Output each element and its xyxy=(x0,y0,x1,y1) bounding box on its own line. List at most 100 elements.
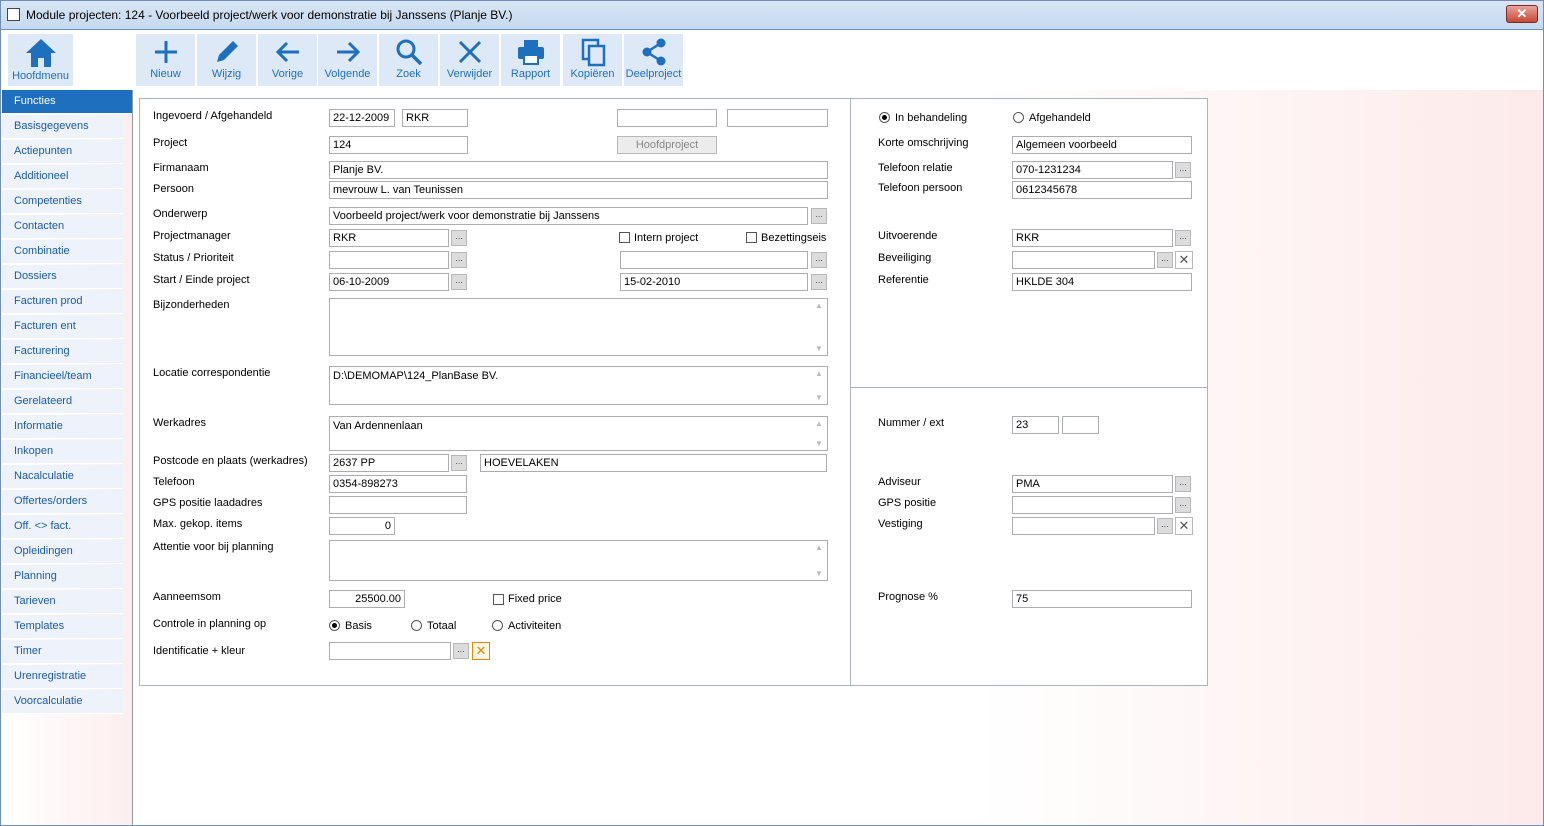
search-button[interactable]: Zoek xyxy=(379,34,438,86)
ingevoerd-date-field[interactable]: 22-12-2009 xyxy=(329,109,395,127)
sidebar-item-additioneel[interactable]: Additioneel xyxy=(2,165,123,189)
scroll-down-icon[interactable]: ▼ xyxy=(811,344,827,353)
identificatie-field[interactable] xyxy=(329,642,451,660)
beveiliging-lookup-button[interactable]: ... xyxy=(1157,252,1173,268)
sidebar-item-actiepunten[interactable]: Actiepunten xyxy=(2,140,123,164)
identificatie-lookup-button[interactable]: ... xyxy=(453,643,469,659)
scroll-down-icon[interactable]: ▼ xyxy=(811,569,827,578)
status-field[interactable] xyxy=(329,251,449,269)
postcode-lookup-button[interactable]: ... xyxy=(451,455,467,471)
sidebar-item-tarieven[interactable]: Tarieven xyxy=(2,590,123,614)
sidebar-item-opleidingen[interactable]: Opleidingen xyxy=(2,540,123,564)
gps-positie-field[interactable] xyxy=(1012,496,1173,514)
home-button[interactable]: Hoofdmenu xyxy=(8,34,73,86)
sidebar-item-facturen-ent[interactable]: Facturen ent xyxy=(2,315,123,339)
sidebar-item-timer[interactable]: Timer xyxy=(2,640,123,664)
start-date-field[interactable]: 06-10-2009 xyxy=(329,273,449,291)
afgehandeld-user-field[interactable] xyxy=(727,109,828,127)
sidebar-item-dossiers[interactable]: Dossiers xyxy=(2,265,123,289)
sidebar-item-planning[interactable]: Planning xyxy=(2,565,123,589)
projectmanager-lookup-button[interactable]: ... xyxy=(451,230,467,246)
sidebar-item-functies[interactable]: Functies xyxy=(2,90,132,114)
prognose-field[interactable]: 75 xyxy=(1012,590,1192,608)
onderwerp-field[interactable]: Voorbeeld project/werk voor demonstratie… xyxy=(329,207,808,225)
plaats-field[interactable]: HOEVELAKEN xyxy=(480,454,827,472)
gps-laadadres-field[interactable] xyxy=(329,496,467,514)
aanneemsom-field[interactable]: 25500.00 xyxy=(329,590,405,608)
start-date-picker-button[interactable]: ... xyxy=(451,274,467,290)
prioriteit-field[interactable] xyxy=(620,251,808,269)
end-date-field[interactable]: 15-02-2010 xyxy=(620,273,808,291)
vestiging-clear-icon[interactable]: ✕ xyxy=(1175,517,1193,535)
postcode-field[interactable]: 2637 PP xyxy=(329,454,449,472)
totaal-radio[interactable] xyxy=(411,620,422,631)
close-button[interactable]: ✕ xyxy=(1506,5,1538,23)
scroll-up-icon[interactable]: ▲ xyxy=(811,301,827,310)
sidebar-item-inkopen[interactable]: Inkopen xyxy=(2,440,123,464)
afgehandeld-date-field[interactable] xyxy=(617,109,717,127)
delete-button[interactable]: Verwijder xyxy=(440,34,499,86)
locatie-textarea[interactable]: D:\DEMOMAP\124_PlanBase BV. ▲ ▼ xyxy=(329,366,828,405)
fixed-price-checkbox[interactable] xyxy=(493,594,504,605)
sidebar-item-contacten[interactable]: Contacten xyxy=(2,215,123,239)
uitvoerende-lookup-button[interactable]: ... xyxy=(1175,230,1191,246)
hoofdproject-button[interactable]: Hoofdproject xyxy=(617,136,717,154)
sidebar-item-voorcalculatie[interactable]: Voorcalculatie xyxy=(2,690,123,714)
scroll-up-icon[interactable]: ▲ xyxy=(811,369,827,378)
previous-button[interactable]: Vorige xyxy=(258,34,317,86)
ext-field[interactable] xyxy=(1062,416,1099,434)
sidebar-item-gerelateerd[interactable]: Gerelateerd xyxy=(2,390,123,414)
in-behandeling-radio[interactable] xyxy=(879,112,890,123)
sidebar-item-combinatie[interactable]: Combinatie xyxy=(2,240,123,264)
bijzonderheden-textarea[interactable]: ▲ ▼ xyxy=(329,298,828,356)
locatie-scrollbar[interactable]: ▲ ▼ xyxy=(811,367,827,404)
persoon-field[interactable]: mevrouw L. van Teunissen xyxy=(329,181,828,199)
sidebar-item-nacalculatie[interactable]: Nacalculatie xyxy=(2,465,123,489)
edit-button[interactable]: Wijzig xyxy=(197,34,256,86)
max-items-field[interactable]: 0 xyxy=(329,517,395,535)
onderwerp-lookup-button[interactable]: ... xyxy=(811,208,827,224)
bezettingseis-checkbox[interactable] xyxy=(746,232,757,243)
subproject-button[interactable]: Deelproject xyxy=(624,34,683,86)
basis-radio[interactable] xyxy=(329,620,340,631)
firma-field[interactable]: Planje BV. xyxy=(329,161,828,179)
scroll-down-icon[interactable]: ▼ xyxy=(811,439,827,448)
report-button[interactable]: Rapport xyxy=(501,34,560,86)
sidebar-item-facturering[interactable]: Facturering xyxy=(2,340,123,364)
end-date-picker-button[interactable]: ... xyxy=(811,274,827,290)
beveiliging-field[interactable] xyxy=(1012,251,1155,269)
telefoon-persoon-field[interactable]: 0612345678 xyxy=(1012,181,1192,199)
prioriteit-lookup-button[interactable]: ... xyxy=(811,252,827,268)
gps-positie-lookup-button[interactable]: ... xyxy=(1175,497,1191,513)
beveiliging-clear-icon[interactable]: ✕ xyxy=(1175,251,1193,269)
werkadres-scrollbar[interactable]: ▲ ▼ xyxy=(811,417,827,450)
uitvoerende-field[interactable]: RKR xyxy=(1012,229,1173,247)
telefoon-relatie-lookup-button[interactable]: ... xyxy=(1175,162,1191,178)
attentie-scrollbar[interactable]: ▲ ▼ xyxy=(811,541,827,580)
ingevoerd-user-field[interactable]: RKR xyxy=(402,109,468,127)
identificatie-clear-icon[interactable]: ✕ xyxy=(472,642,490,660)
sidebar-item-facturen-prod[interactable]: Facturen prod xyxy=(2,290,123,314)
copy-button[interactable]: Kopiëren xyxy=(563,34,622,86)
sidebar-item-competenties[interactable]: Competenties xyxy=(2,190,123,214)
sidebar-item-off-fact[interactable]: Off. <> fact. xyxy=(2,515,123,539)
adviseur-lookup-button[interactable]: ... xyxy=(1175,476,1191,492)
nummer-field[interactable]: 23 xyxy=(1012,416,1059,434)
korte-omschrijving-field[interactable]: Algemeen voorbeeld xyxy=(1012,136,1192,154)
vestiging-field[interactable] xyxy=(1012,517,1155,535)
scroll-up-icon[interactable]: ▲ xyxy=(811,419,827,428)
telefoon-relatie-field[interactable]: 070-1231234 xyxy=(1012,161,1173,179)
vestiging-lookup-button[interactable]: ... xyxy=(1157,518,1173,534)
sidebar-item-financieel-team[interactable]: Financieel/team xyxy=(2,365,123,389)
activiteiten-radio[interactable] xyxy=(492,620,503,631)
sidebar-item-basisgegevens[interactable]: Basisgegevens xyxy=(2,115,123,139)
sidebar-item-offertes-orders[interactable]: Offertes/orders xyxy=(2,490,123,514)
attentie-textarea[interactable]: ▲ ▼ xyxy=(329,540,828,581)
referentie-field[interactable]: HKLDE 304 xyxy=(1012,273,1192,291)
sidebar-item-urenregistratie[interactable]: Urenregistratie xyxy=(2,665,123,689)
bijzonderheden-scrollbar[interactable]: ▲ ▼ xyxy=(811,299,827,355)
adviseur-field[interactable]: PMA xyxy=(1012,475,1173,493)
status-lookup-button[interactable]: ... xyxy=(451,252,467,268)
scroll-down-icon[interactable]: ▼ xyxy=(811,393,827,402)
next-button[interactable]: Volgende xyxy=(318,34,377,86)
